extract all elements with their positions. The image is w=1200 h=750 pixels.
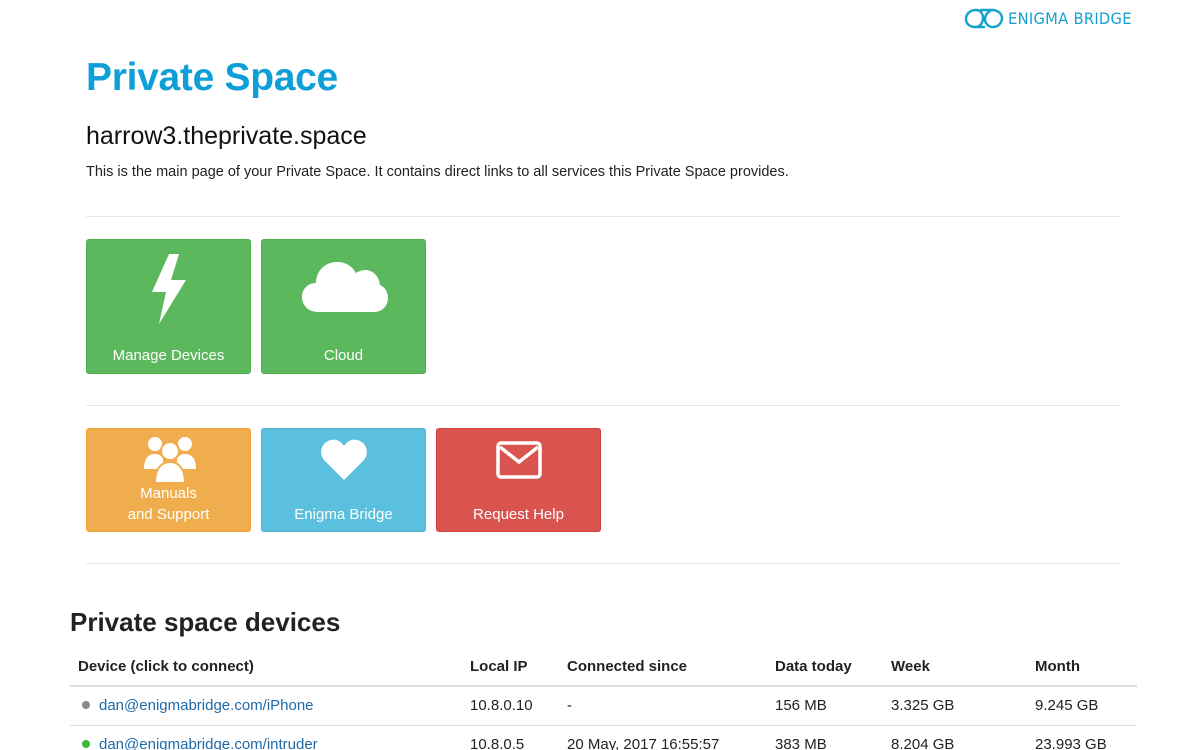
week-cell: 8.204 GB (883, 724, 1027, 750)
lightning-bolt-icon (152, 254, 186, 324)
devices-table: Device (click to connect) Local IP Conne… (70, 648, 1137, 750)
manage-devices-button[interactable]: Manage Devices (86, 239, 251, 374)
request-help-label: Request Help (473, 506, 564, 523)
table-row: dan@enigmabridge.com/iPhone 10.8.0.10 - … (70, 685, 1137, 725)
manuals-label-line2: and Support (127, 506, 210, 523)
device-link[interactable]: dan@enigmabridge.com/iPhone (99, 697, 314, 714)
connected-since-cell: 20 May, 2017 16:55:57 (559, 724, 767, 750)
local-ip-cell: 10.8.0.5 (462, 724, 559, 750)
column-header-device: Device (click to connect) (70, 648, 462, 687)
column-header-connected-since: Connected since (559, 648, 767, 687)
device-link[interactable]: dan@enigmabridge.com/intruder (99, 736, 318, 750)
local-ip-cell: 10.8.0.10 (462, 685, 559, 725)
table-row: dan@enigmabridge.com/intruder 10.8.0.5 2… (70, 724, 1137, 750)
month-cell: 23.993 GB (1027, 724, 1137, 750)
divider (86, 563, 1120, 564)
column-header-local-ip: Local IP (462, 648, 559, 687)
data-today-cell: 156 MB (767, 685, 883, 725)
column-header-week: Week (883, 648, 1027, 687)
month-cell: 9.245 GB (1027, 685, 1137, 725)
devices-section-title: Private space devices (70, 607, 341, 637)
page-title: Private Space (86, 56, 338, 99)
request-help-button[interactable]: Request Help (436, 428, 601, 532)
status-dot-icon (82, 740, 90, 749)
brand-logo[interactable]: ENIGMA BRIDGE (964, 6, 1143, 30)
connected-since-cell: - (559, 685, 767, 725)
envelope-icon (496, 441, 542, 479)
divider (86, 405, 1120, 406)
cloud-icon (302, 262, 388, 312)
intro-text: This is the main page of your Private Sp… (86, 164, 789, 180)
cloud-button[interactable]: Cloud (261, 239, 426, 374)
divider (86, 216, 1120, 217)
status-dot-icon (82, 701, 90, 710)
manage-devices-label: Manage Devices (112, 347, 225, 364)
week-cell: 3.325 GB (883, 685, 1027, 725)
column-header-month: Month (1027, 648, 1137, 687)
enigma-bridge-label: Enigma Bridge (294, 506, 393, 523)
manuals-label-line1: Manuals (140, 485, 197, 502)
brand-name: ENIGMA BRIDGE (1008, 8, 1132, 28)
users-icon (144, 437, 196, 483)
hostname: harrow3.theprivate.space (86, 122, 367, 150)
device-cell: dan@enigmabridge.com/iPhone (70, 685, 462, 725)
cloud-label: Cloud (323, 347, 364, 364)
device-cell: dan@enigmabridge.com/intruder (70, 724, 462, 750)
enigma-bridge-button[interactable]: Enigma Bridge (261, 428, 426, 532)
table-header-row: Device (click to connect) Local IP Conne… (70, 648, 1137, 687)
column-header-data-today: Data today (767, 648, 883, 687)
data-today-cell: 383 MB (767, 724, 883, 750)
enigma-bridge-logo-icon (964, 8, 1004, 29)
heart-icon (321, 439, 367, 480)
manuals-and-support-button[interactable]: Manuals and Support (86, 428, 251, 532)
